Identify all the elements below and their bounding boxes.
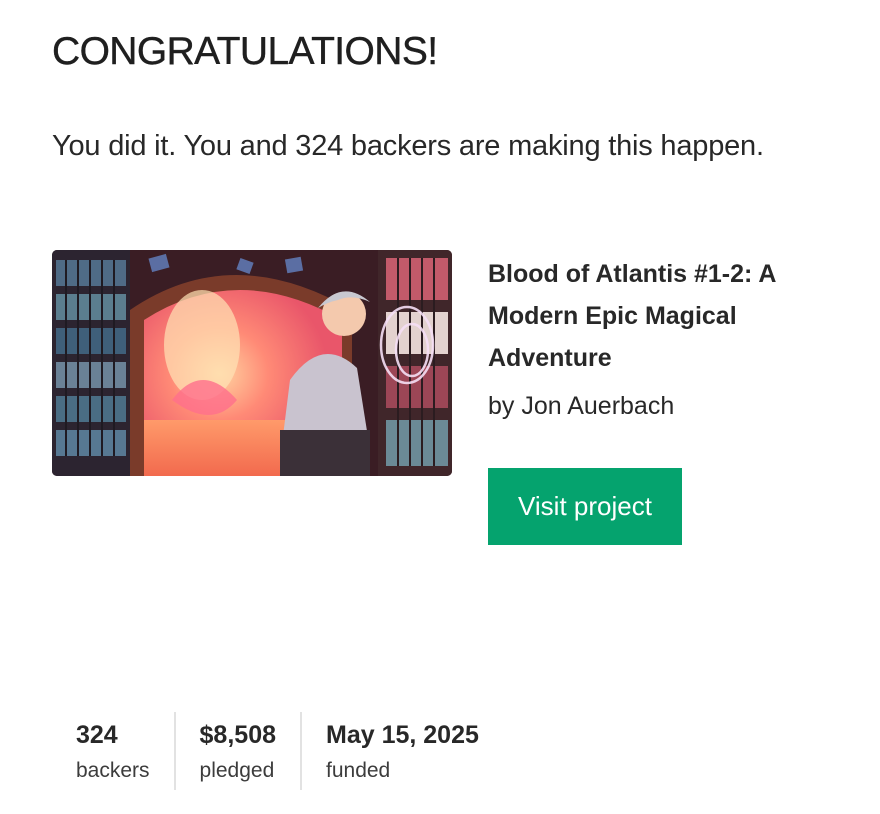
stat-pledged-label: pledged (199, 759, 275, 782)
stat-backers-label: backers (76, 759, 150, 782)
stat-pledged-value: $8,508 (199, 721, 276, 749)
stats-bar: 324 backers $8,508 pledged May 15, 2025 … (52, 712, 503, 790)
project-details: Blood of Atlantis #1-2: A Modern Epic Ma… (488, 253, 838, 423)
stat-backers: 324 backers (52, 712, 174, 790)
project-creator: by Jon Auerbach (488, 392, 675, 420)
stat-pledged: $8,508 pledged (173, 712, 300, 790)
visit-project-button[interactable]: Visit project (488, 468, 682, 545)
congratulations-heading: CONGRATULATIONS! (52, 30, 438, 73)
stat-backers-value: 324 (76, 721, 118, 749)
project-title[interactable]: Blood of Atlantis #1-2: A Modern Epic Ma… (488, 253, 838, 379)
stat-funded-label: funded (326, 759, 391, 782)
project-thumbnail[interactable] (52, 250, 452, 476)
stat-funded: May 15, 2025 funded (300, 712, 503, 790)
backers-message: You did it. You and 324 backers are maki… (52, 130, 764, 162)
stat-funded-value: May 15, 2025 (326, 721, 479, 749)
